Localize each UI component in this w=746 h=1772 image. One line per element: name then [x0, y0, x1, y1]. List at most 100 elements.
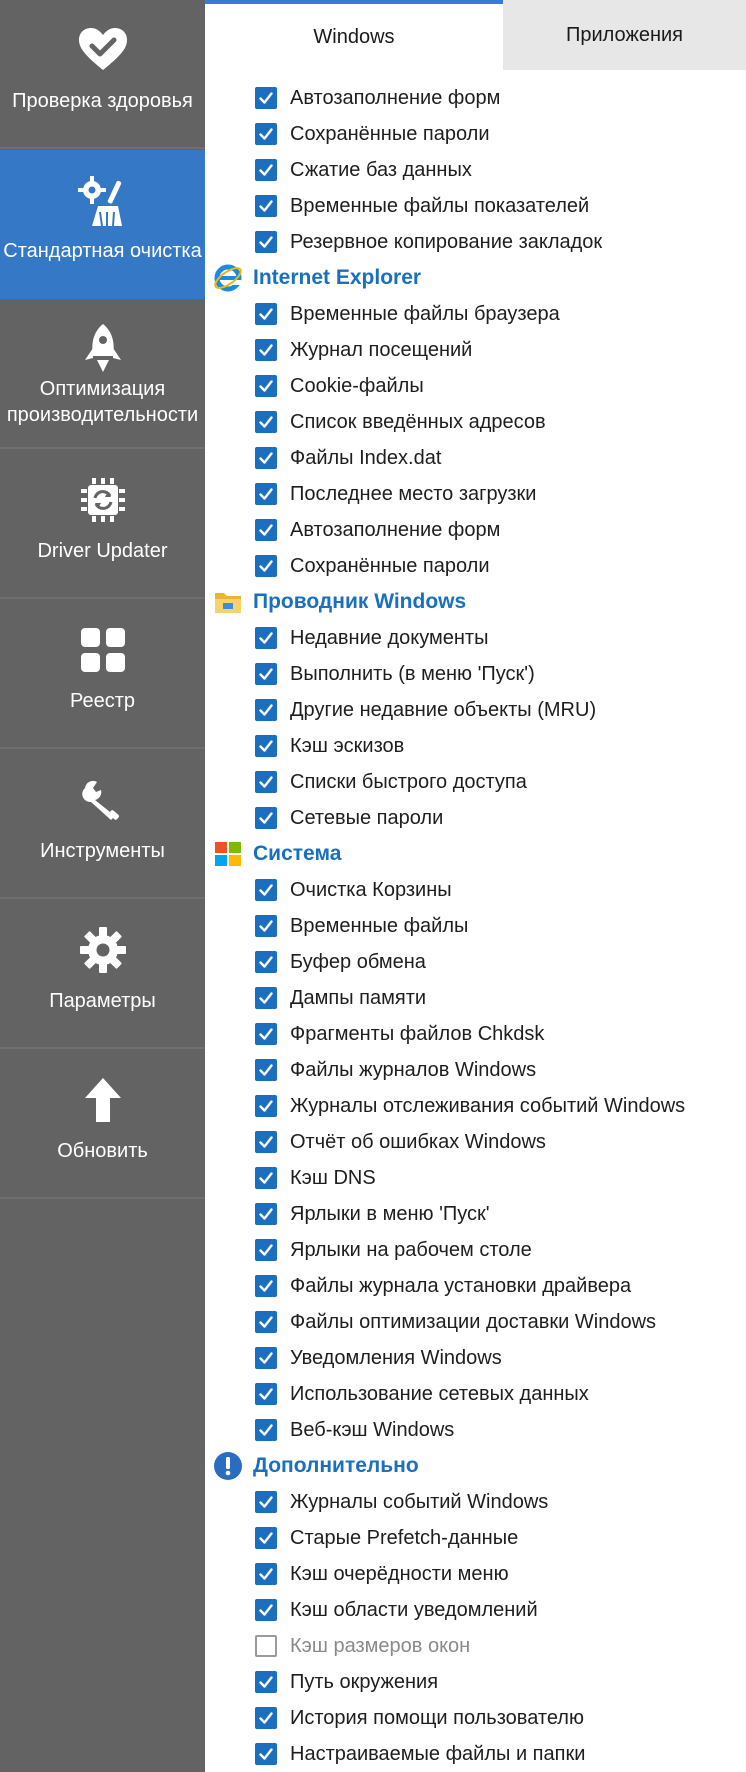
- option-label: Использование сетевых данных: [290, 1383, 589, 1405]
- option-checkbox[interactable]: [255, 807, 277, 829]
- option-row[interactable]: Очистка Корзины: [205, 872, 746, 908]
- sidebar-item-performance[interactable]: Оптимизация производительности: [0, 300, 205, 449]
- option-checkbox[interactable]: [255, 375, 277, 397]
- option-row[interactable]: История помощи пользователю: [205, 1700, 746, 1736]
- option-row[interactable]: Другие недавние объекты (MRU): [205, 692, 746, 728]
- option-row[interactable]: Временные файлы показателей: [205, 188, 746, 224]
- option-row[interactable]: Автозаполнение форм: [205, 80, 746, 116]
- option-checkbox[interactable]: [255, 483, 277, 505]
- option-row[interactable]: Журналы событий Windows: [205, 1484, 746, 1520]
- option-row[interactable]: Буфер обмена: [205, 944, 746, 980]
- option-row[interactable]: Временные файлы: [205, 908, 746, 944]
- option-row[interactable]: Сжатие баз данных: [205, 152, 746, 188]
- option-checkbox[interactable]: [255, 1275, 277, 1297]
- sidebar-item-settings[interactable]: Параметры: [0, 900, 205, 1049]
- option-checkbox[interactable]: [255, 303, 277, 325]
- option-checkbox[interactable]: [255, 735, 277, 757]
- option-checkbox[interactable]: [255, 411, 277, 433]
- option-row[interactable]: Отчёт об ошибках Windows: [205, 1124, 746, 1160]
- tab-applications[interactable]: Приложения: [503, 0, 746, 70]
- option-checkbox[interactable]: [255, 339, 277, 361]
- option-row[interactable]: Cookie-файлы: [205, 368, 746, 404]
- option-checkbox[interactable]: [255, 1563, 277, 1585]
- option-checkbox[interactable]: [255, 447, 277, 469]
- option-checkbox[interactable]: [255, 1311, 277, 1333]
- option-checkbox[interactable]: [255, 987, 277, 1009]
- option-row[interactable]: Настраиваемые файлы и папки: [205, 1736, 746, 1772]
- option-row[interactable]: Использование сетевых данных: [205, 1376, 746, 1412]
- option-row[interactable]: Выполнить (в меню 'Пуск'): [205, 656, 746, 692]
- option-row[interactable]: Фрагменты файлов Chkdsk: [205, 1016, 746, 1052]
- option-row[interactable]: Файлы Index.dat: [205, 440, 746, 476]
- option-row[interactable]: Кэш очерёдности меню: [205, 1556, 746, 1592]
- option-checkbox[interactable]: [255, 555, 277, 577]
- option-checkbox[interactable]: [255, 1167, 277, 1189]
- option-checkbox[interactable]: [255, 195, 277, 217]
- option-row[interactable]: Файлы журнала установки драйвера: [205, 1268, 746, 1304]
- option-row[interactable]: Временные файлы браузера: [205, 296, 746, 332]
- option-row[interactable]: Резервное копирование закладок: [205, 224, 746, 260]
- option-checkbox[interactable]: [255, 1671, 277, 1693]
- option-checkbox[interactable]: [255, 1419, 277, 1441]
- option-row[interactable]: Автозаполнение форм: [205, 512, 746, 548]
- option-row[interactable]: Старые Prefetch-данные: [205, 1520, 746, 1556]
- option-row[interactable]: Веб-кэш Windows: [205, 1412, 746, 1448]
- option-row[interactable]: Недавние документы: [205, 620, 746, 656]
- option-row[interactable]: Сохранённые пароли: [205, 548, 746, 584]
- option-row[interactable]: Списки быстрого доступа: [205, 764, 746, 800]
- option-checkbox[interactable]: [255, 663, 277, 685]
- option-row[interactable]: Сетевые пароли: [205, 800, 746, 836]
- option-row[interactable]: Ярлыки в меню 'Пуск': [205, 1196, 746, 1232]
- option-checkbox[interactable]: [255, 1203, 277, 1225]
- sidebar-item-tools[interactable]: Инструменты: [0, 750, 205, 899]
- option-checkbox[interactable]: [255, 627, 277, 649]
- option-checkbox[interactable]: [255, 1095, 277, 1117]
- option-checkbox[interactable]: [255, 879, 277, 901]
- sidebar: Проверка здоровья Стандартная очистка Оп…: [0, 0, 205, 1772]
- option-row[interactable]: Кэш DNS: [205, 1160, 746, 1196]
- option-row[interactable]: Путь окружения: [205, 1664, 746, 1700]
- sidebar-item-health-check[interactable]: Проверка здоровья: [0, 0, 205, 149]
- option-row[interactable]: Файлы оптимизации доставки Windows: [205, 1304, 746, 1340]
- sidebar-item-driver-updater[interactable]: Driver Updater: [0, 450, 205, 599]
- option-label: Файлы журнала установки драйвера: [290, 1275, 632, 1297]
- sidebar-item-registry[interactable]: Реестр: [0, 600, 205, 749]
- option-checkbox[interactable]: [255, 1743, 277, 1765]
- option-row[interactable]: Журнал посещений: [205, 332, 746, 368]
- option-checkbox[interactable]: [255, 951, 277, 973]
- option-row[interactable]: Список введённых адресов: [205, 404, 746, 440]
- option-checkbox[interactable]: [255, 1707, 277, 1729]
- option-checkbox[interactable]: [255, 699, 277, 721]
- option-checkbox[interactable]: [255, 1635, 277, 1657]
- option-checkbox[interactable]: [255, 519, 277, 541]
- option-checkbox[interactable]: [255, 1491, 277, 1513]
- option-checkbox[interactable]: [255, 771, 277, 793]
- option-checkbox[interactable]: [255, 87, 277, 109]
- option-row[interactable]: Последнее место загрузки: [205, 476, 746, 512]
- option-row[interactable]: Дампы памяти: [205, 980, 746, 1016]
- option-checkbox[interactable]: [255, 915, 277, 937]
- section-title: Система: [253, 842, 342, 865]
- option-row[interactable]: Кэш области уведомлений: [205, 1592, 746, 1628]
- option-checkbox[interactable]: [255, 1131, 277, 1153]
- sidebar-item-standard-cleanup[interactable]: Стандартная очистка: [0, 150, 205, 299]
- option-checkbox[interactable]: [255, 1239, 277, 1261]
- option-checkbox[interactable]: [255, 1023, 277, 1045]
- option-checkbox[interactable]: [255, 1527, 277, 1549]
- option-row[interactable]: Уведомления Windows: [205, 1340, 746, 1376]
- option-checkbox[interactable]: [255, 1347, 277, 1369]
- option-row[interactable]: Журналы отслеживания событий Windows: [205, 1088, 746, 1124]
- option-checkbox[interactable]: [255, 1383, 277, 1405]
- option-row[interactable]: Файлы журналов Windows: [205, 1052, 746, 1088]
- option-row[interactable]: Сохранённые пароли: [205, 116, 746, 152]
- option-row[interactable]: Ярлыки на рабочем столе: [205, 1232, 746, 1268]
- option-row[interactable]: Кэш размеров окон: [205, 1628, 746, 1664]
- sidebar-item-update[interactable]: Обновить: [0, 1050, 205, 1199]
- option-checkbox[interactable]: [255, 159, 277, 181]
- option-checkbox[interactable]: [255, 231, 277, 253]
- option-row[interactable]: Кэш эскизов: [205, 728, 746, 764]
- option-checkbox[interactable]: [255, 1059, 277, 1081]
- option-checkbox[interactable]: [255, 123, 277, 145]
- tab-windows[interactable]: Windows: [205, 0, 503, 70]
- option-checkbox[interactable]: [255, 1599, 277, 1621]
